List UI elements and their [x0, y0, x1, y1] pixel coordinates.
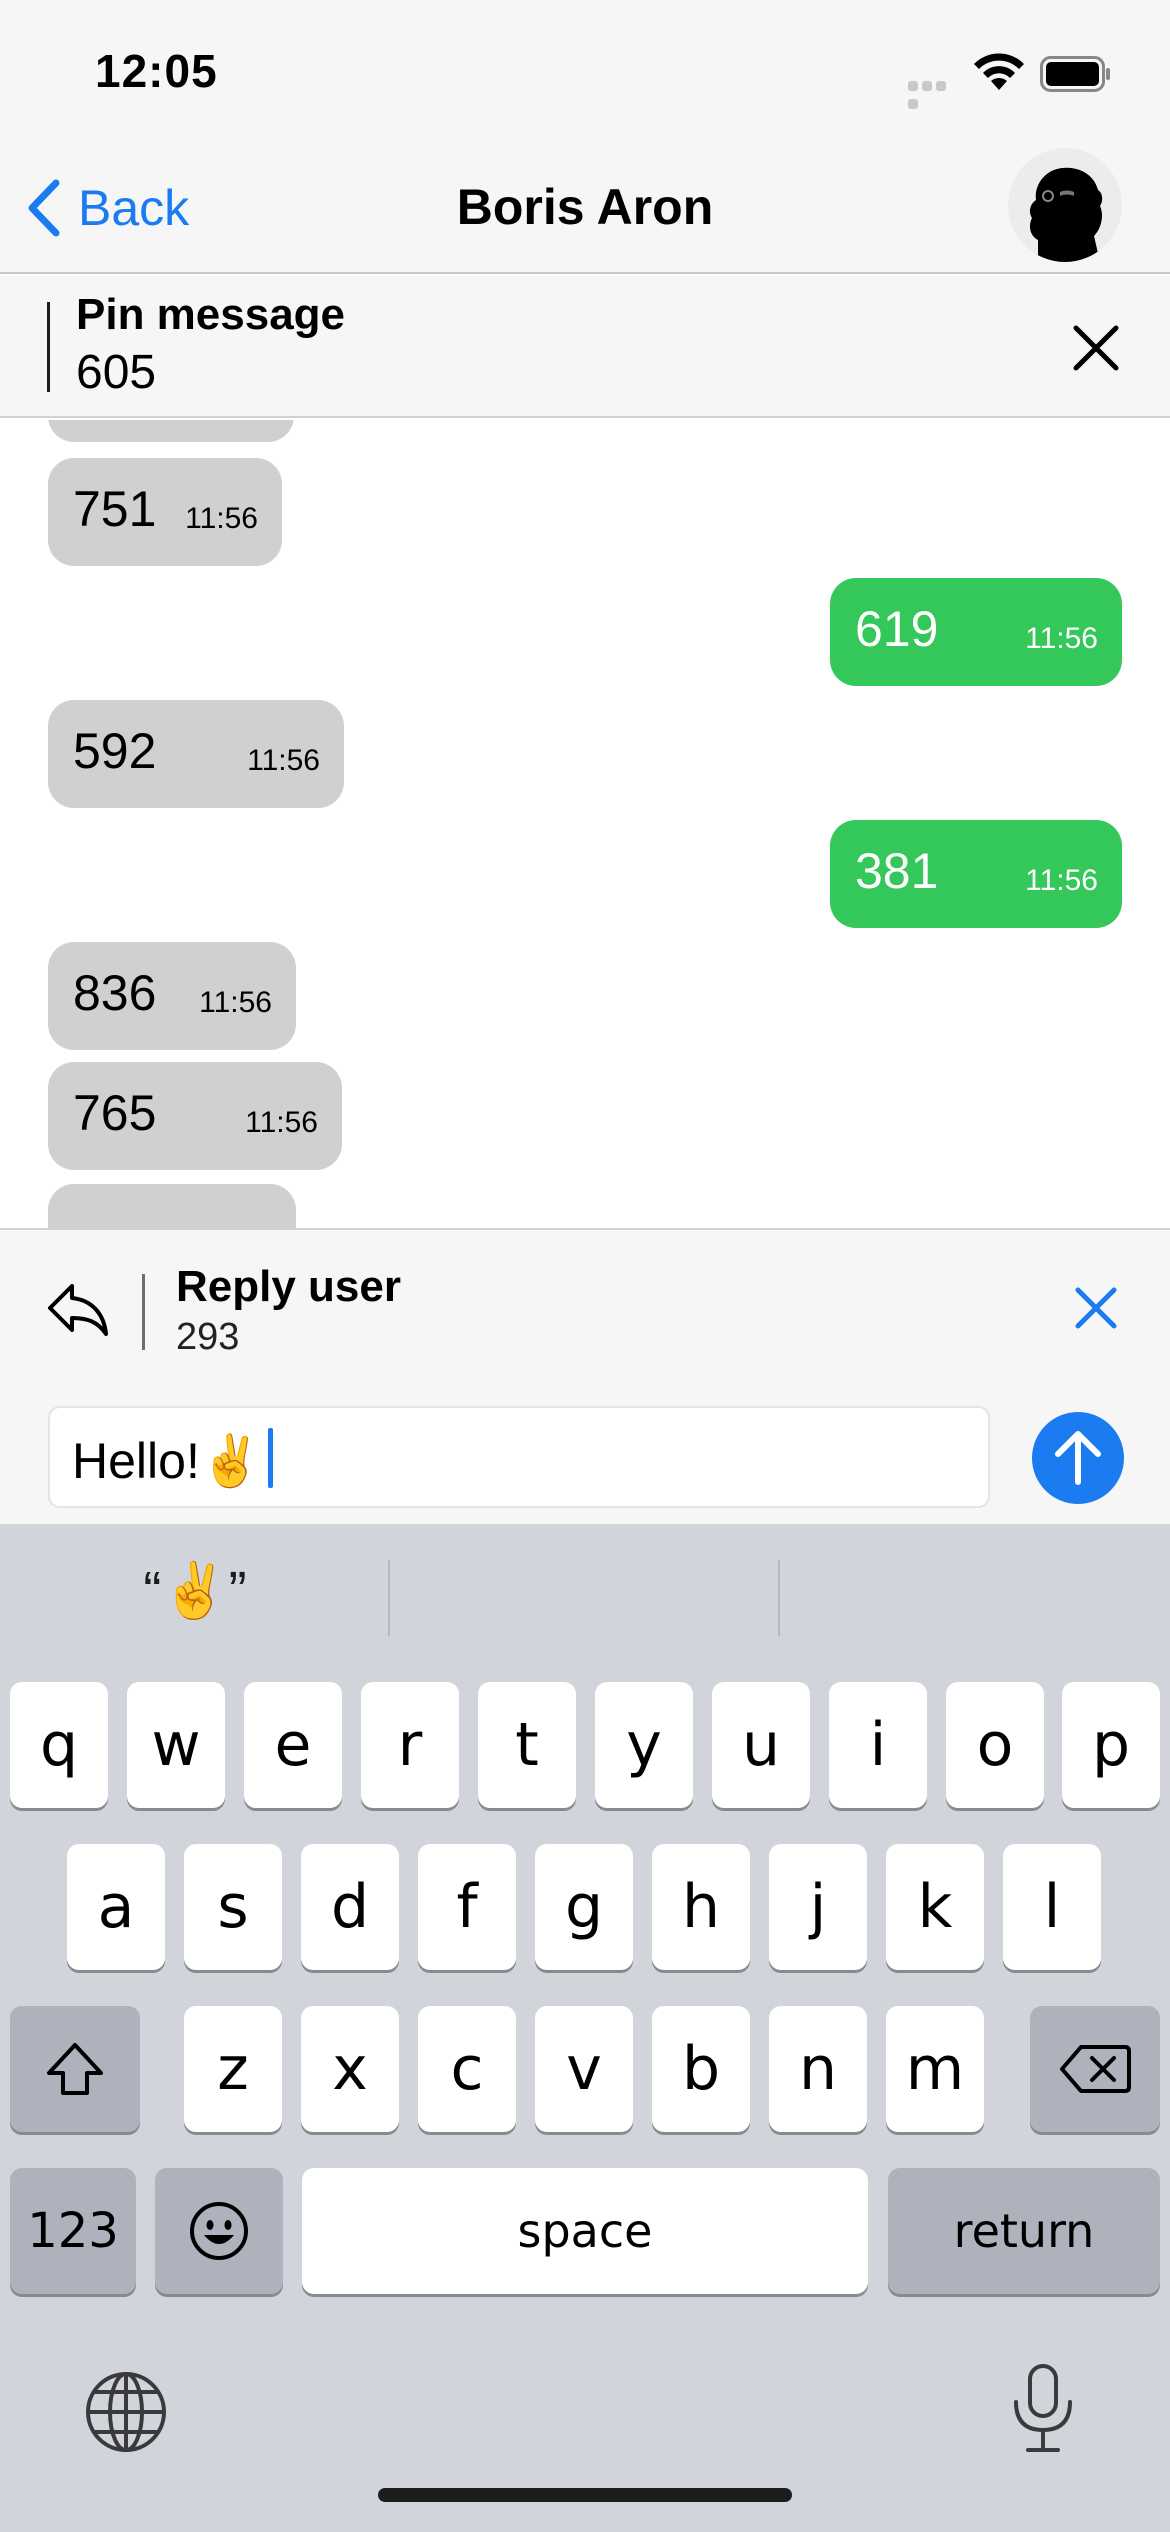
key-k[interactable]: k — [886, 1844, 984, 1970]
backspace-key[interactable] — [1030, 2006, 1160, 2132]
suggestion-divider — [778, 1560, 780, 1636]
key-t[interactable]: t — [478, 1682, 576, 1808]
key-z[interactable]: z — [184, 2006, 282, 2132]
key-y[interactable]: y — [595, 1682, 693, 1808]
message-time: 11:56 — [1025, 864, 1098, 897]
message-input[interactable]: Hello!✌️ — [48, 1406, 990, 1508]
globe-icon[interactable] — [84, 2370, 168, 2454]
message-text: 592 — [73, 723, 157, 779]
key-f[interactable]: f — [418, 1844, 516, 1970]
key-h[interactable]: h — [652, 1844, 750, 1970]
cellular-signal-icon — [908, 78, 960, 109]
key-e[interactable]: e — [244, 1682, 342, 1808]
arrow-up-icon — [1055, 1431, 1101, 1485]
message-list[interactable]: 751 11:56 619 11:56 592 11:56 381 11:56 … — [0, 420, 1170, 1228]
message-text: 619 — [855, 601, 939, 657]
key-m[interactable]: m — [886, 2006, 984, 2132]
message-time: 11:56 — [185, 502, 258, 535]
pin-title: Pin message — [76, 290, 346, 339]
key-d[interactable]: d — [301, 1844, 399, 1970]
key-c[interactable]: c — [418, 2006, 516, 2132]
key-w[interactable]: w — [127, 1682, 225, 1808]
reply-arrow-icon — [48, 1284, 108, 1336]
message-time: 11:56 — [1025, 622, 1098, 655]
text-caret — [268, 1428, 273, 1488]
status-time: 12:05 — [95, 45, 218, 97]
return-key[interactable]: return — [888, 2168, 1160, 2294]
home-indicator[interactable] — [378, 2488, 792, 2502]
message-bubble-partial — [48, 420, 294, 442]
pin-divider — [47, 302, 50, 392]
numbers-key[interactable]: 123 — [10, 2168, 136, 2294]
key-q[interactable]: q — [10, 1682, 108, 1808]
input-text: Hello!✌️ — [72, 1433, 263, 1489]
close-icon[interactable] — [1072, 1284, 1120, 1332]
message-bubble[interactable]: 381 11:56 — [830, 820, 1122, 928]
message-time: 11:56 — [247, 744, 320, 777]
key-g[interactable]: g — [535, 1844, 633, 1970]
key-r[interactable]: r — [361, 1682, 459, 1808]
message-text: 836 — [73, 965, 157, 1021]
key-i[interactable]: i — [829, 1682, 927, 1808]
key-u[interactable]: u — [712, 1682, 810, 1808]
key-n[interactable]: n — [769, 2006, 867, 2132]
emoji-icon — [190, 2202, 248, 2260]
message-bubble[interactable]: 751 11:56 — [48, 458, 282, 566]
reply-divider — [142, 1274, 145, 1350]
profile-silhouette-icon — [1029, 167, 1103, 262]
message-time: 11:56 — [199, 986, 272, 1019]
wifi-icon — [974, 53, 1024, 90]
key-b[interactable]: b — [652, 2006, 750, 2132]
send-button[interactable] — [1032, 1412, 1124, 1504]
chat-title: Boris Aron — [456, 179, 714, 235]
message-bubble[interactable]: 619 11:56 — [830, 578, 1122, 686]
key-l[interactable]: l — [1003, 1844, 1101, 1970]
reply-title: Reply user — [176, 1262, 401, 1311]
message-bubble-partial — [48, 1184, 296, 1228]
message-text: 765 — [73, 1085, 157, 1141]
key-a[interactable]: a — [67, 1844, 165, 1970]
shift-key[interactable] — [10, 2006, 140, 2132]
key-p[interactable]: p — [1062, 1682, 1160, 1808]
key-v[interactable]: v — [535, 2006, 633, 2132]
key-s[interactable]: s — [184, 1844, 282, 1970]
key-x[interactable]: x — [301, 2006, 399, 2132]
close-icon[interactable] — [1068, 320, 1124, 376]
keyboard-suggestion[interactable]: “✌️” — [0, 1560, 390, 1623]
message-text: 751 — [73, 481, 157, 537]
message-time: 11:56 — [245, 1106, 318, 1139]
pin-value: 605 — [76, 346, 157, 399]
space-key[interactable]: space — [302, 2168, 868, 2294]
message-bubble[interactable]: 836 11:56 — [48, 942, 296, 1050]
emoji-key[interactable] — [155, 2168, 283, 2294]
message-bubble[interactable]: 765 11:56 — [48, 1062, 342, 1170]
suggestion-divider — [388, 1560, 390, 1636]
key-j[interactable]: j — [769, 1844, 867, 1970]
shift-icon — [47, 2043, 103, 2095]
avatar[interactable] — [1008, 148, 1122, 262]
message-bubble[interactable]: 592 11:56 — [48, 700, 344, 808]
message-text: 381 — [855, 843, 939, 899]
reply-value: 293 — [176, 1316, 240, 1358]
backspace-icon — [1060, 2045, 1131, 2093]
microphone-icon[interactable] — [1008, 2362, 1078, 2456]
battery-icon — [1040, 56, 1110, 92]
key-o[interactable]: o — [946, 1682, 1044, 1808]
